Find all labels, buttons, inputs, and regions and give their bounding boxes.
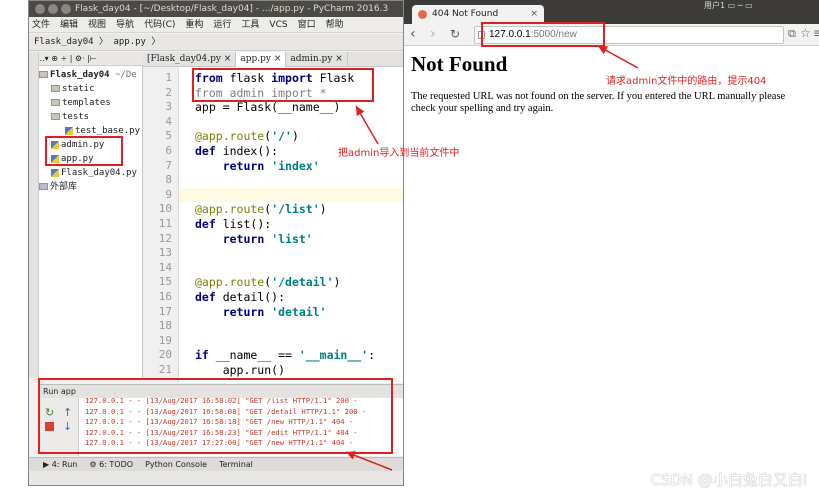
import-arrow	[355, 105, 379, 145]
annotation-arrows	[345, 45, 639, 471]
url-arrow	[597, 45, 639, 69]
watermark: CSDN @小白兔白又白i	[650, 471, 807, 489]
log-arrow	[345, 451, 393, 471]
